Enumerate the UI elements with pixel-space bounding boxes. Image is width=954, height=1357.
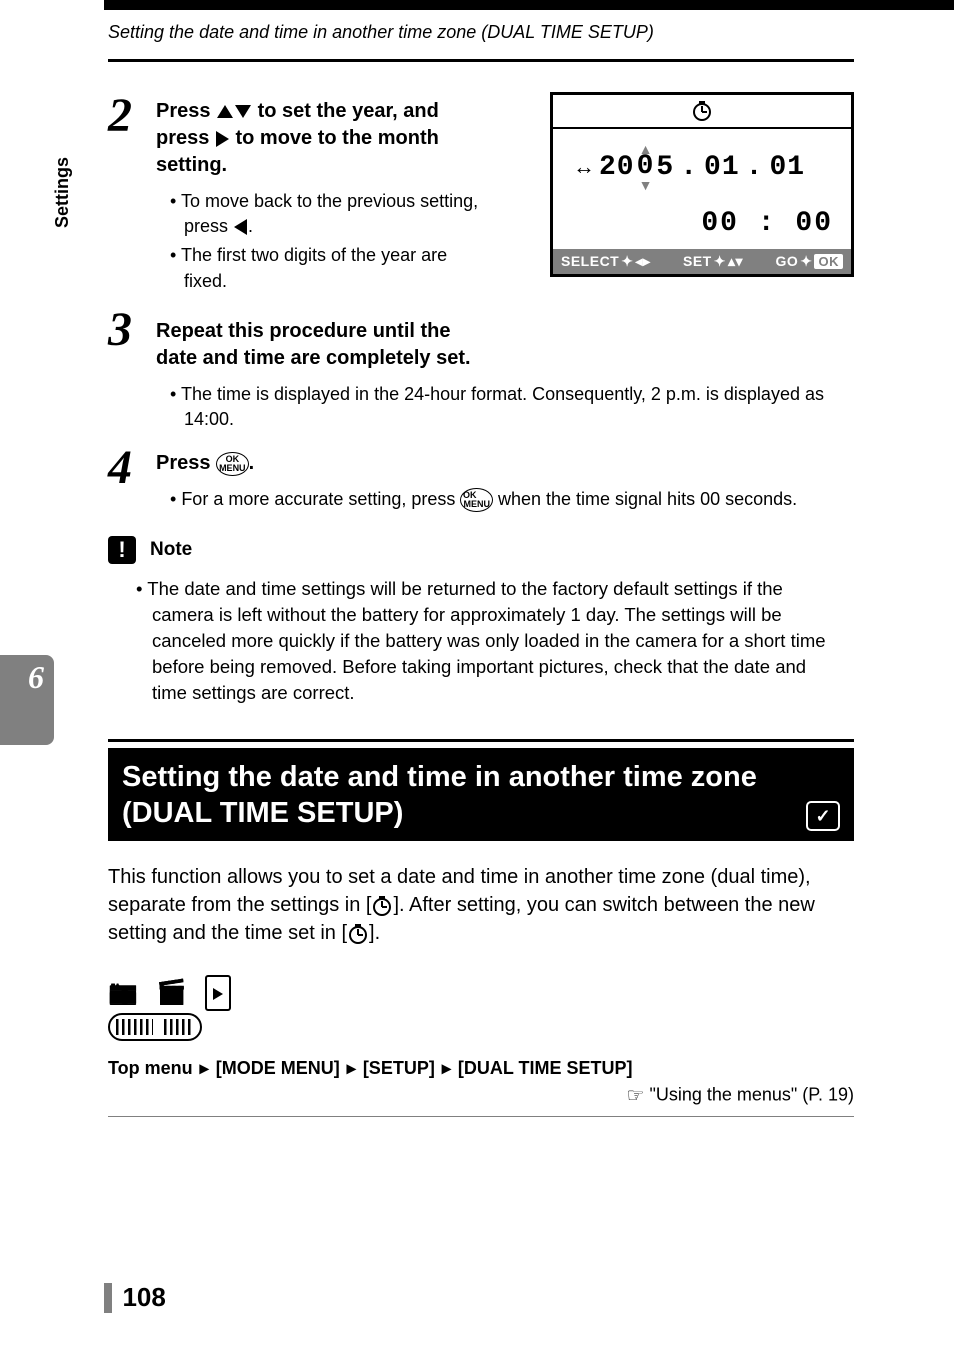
step-2-bullet-2: The first two digits of the year are fix… [170, 243, 491, 293]
side-tab: 6 [0, 655, 54, 745]
left-right-arrows-icon: ↔ [573, 154, 595, 180]
clock-icon [693, 103, 711, 121]
ok-menu-button-icon: OKMENU [216, 452, 249, 476]
chapter-number: 6 [28, 659, 44, 696]
step-number-2: 2 [108, 92, 156, 140]
camera-mode-icon [108, 979, 144, 1006]
step-4-instruction: Press OKMENU. [156, 450, 854, 477]
step-3-instruction: Repeat this procedure until the date and… [156, 312, 491, 372]
arrow-up-icon [217, 105, 233, 118]
section-header: Setting the date and time in another tim… [108, 748, 854, 842]
arrow-right-icon [216, 131, 229, 147]
lcd-footer-go: GO [775, 253, 798, 269]
ok-menu-button-icon: OKMENU [460, 488, 493, 512]
lcd-footer: SELECT✦◂▸ SET✦▴▾ GO✦OK [553, 249, 851, 274]
movie-mode-icon [157, 979, 193, 1006]
lcd-footer-select: SELECT [561, 253, 619, 269]
step-2-bullet-1: To move back to the previous setting, pr… [170, 189, 491, 239]
note-icon: ! [108, 536, 136, 564]
arrow-left-icon [234, 219, 247, 235]
lcd-year-suffix: 5 [656, 152, 674, 183]
checkmark-icon [806, 801, 840, 831]
camera-lcd-panel: ↔ 20 ▲ 0 ▼ 5 . 01 . 01 00 : 0 [550, 92, 854, 277]
lcd-sep-1: . [680, 152, 698, 183]
lcd-day: 01 [769, 152, 805, 183]
mode-dial-icon [108, 1013, 202, 1041]
mode-icons-row [108, 975, 854, 1046]
lcd-month: 01 [704, 152, 740, 183]
step-2-instruction: Press to set the year, and press to move… [156, 98, 491, 179]
arrow-down-icon [235, 105, 251, 118]
running-head: Setting the date and time in another tim… [108, 22, 954, 43]
breadcrumb-reference: ☞ "Using the menus" (P. 19) [108, 1083, 854, 1108]
menu-breadcrumb: Top menu ▸ [MODE MENU] ▸ [SETUP] ▸ [DUAL… [108, 1058, 854, 1079]
page-foot-bar [104, 1283, 112, 1313]
clock-icon [373, 898, 391, 916]
up-down-indicator-icon: ▲ 0 ▼ [637, 145, 655, 190]
lcd-time: 00 : 00 [563, 208, 841, 249]
section-body: This function allows you to set a date a… [108, 863, 854, 947]
lcd-year-prefix: 20 [599, 152, 635, 183]
clock-icon [349, 926, 367, 944]
lcd-footer-set: SET [683, 253, 712, 269]
chapter-label: Settings [52, 157, 73, 228]
step-number-4: 4 [108, 444, 156, 492]
step-3-bullet-1: The time is displayed in the 24-hour for… [170, 382, 854, 432]
lcd-date-row: ↔ 20 ▲ 0 ▼ 5 . 01 . 01 [563, 145, 841, 190]
step-4-bullet-1: For a more accurate setting, press OKMEN… [170, 487, 854, 512]
note-body: The date and time settings will be retur… [136, 576, 846, 705]
pointer-hand-icon: ☞ [626, 1083, 644, 1108]
page-number: 108 [122, 1282, 165, 1312]
playback-mode-icon [205, 975, 231, 1011]
step-number-3: 3 [108, 306, 156, 354]
note-label: Note [150, 539, 192, 561]
lcd-footer-ok: OK [814, 254, 843, 269]
lcd-sep-2: . [746, 152, 764, 183]
lcd-header-icon [553, 95, 851, 129]
section-title: Setting the date and time in another tim… [122, 759, 838, 832]
